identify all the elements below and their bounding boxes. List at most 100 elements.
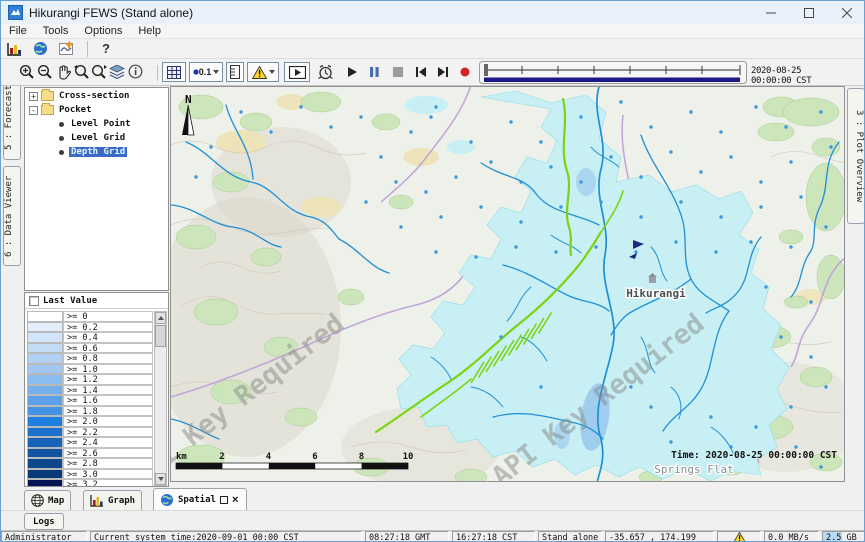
legend-row[interactable]: >= 2.0 — [27, 416, 153, 427]
legend-color-swatch — [27, 437, 63, 448]
legend-row[interactable]: >= 2.2 — [27, 427, 153, 438]
tab-graph[interactable]: Graph — [83, 490, 142, 510]
svg-text:6: 6 — [312, 452, 317, 462]
legend-row[interactable]: >= 0.8 — [27, 353, 153, 364]
legend-threshold-label: >= 3.2 — [63, 479, 153, 487]
tree-node-level-point[interactable]: Level Point — [25, 118, 168, 130]
movie-export-button[interactable] — [284, 62, 310, 82]
zoom-in-icon[interactable] — [19, 64, 35, 80]
tab-float-icon[interactable] — [220, 496, 228, 504]
legend-row[interactable]: >= 0.4 — [27, 332, 153, 343]
warning-icon — [733, 532, 746, 542]
scroll-up-button[interactable] — [155, 312, 166, 324]
legend-color-swatch — [27, 322, 63, 333]
legend-row[interactable]: >= 2.4 — [27, 437, 153, 448]
legend-threshold-label: >= 2.6 — [63, 448, 153, 459]
maximize-button[interactable] — [790, 1, 828, 24]
toolbar-separator — [87, 41, 88, 57]
tab-plot-overview[interactable]: 3 : Plot Overview — [847, 88, 865, 224]
legend-row[interactable]: >= 0.6 — [27, 343, 153, 354]
menu-item[interactable]: File — [1, 25, 35, 37]
pan-hand-icon[interactable] — [56, 64, 71, 80]
tree-node-depth-grid[interactable]: Depth Grid — [25, 146, 168, 158]
timeline-datetime: 2020-08-25 00:00:00 CST — [751, 66, 845, 86]
tab-data-viewer[interactable]: 6 : Data Viewer — [3, 166, 21, 266]
pause-button[interactable] — [369, 66, 380, 78]
last-value-checkbox[interactable] — [29, 296, 39, 306]
stop-button[interactable] — [393, 67, 403, 77]
collapse-icon[interactable]: - — [29, 106, 38, 115]
tab-close-icon[interactable]: × — [232, 496, 238, 504]
status-bar: Administrator Current system time:2020-0… — [1, 530, 865, 542]
logs-row: Logs — [1, 510, 865, 530]
legend-row[interactable]: >= 2.6 — [27, 448, 153, 459]
map-canvas[interactable]: Hikurangi Springs Flat API Key Required … — [170, 86, 845, 482]
tab-logs[interactable]: Logs — [24, 513, 64, 530]
legend-threshold-label: >= 2.2 — [63, 427, 153, 438]
topology-tree-panel: + Cross-section - Pocket Level Point Lev… — [24, 87, 169, 291]
legend-scrollbar[interactable] — [154, 311, 167, 486]
map-globe-icon[interactable] — [27, 41, 53, 56]
legend-row[interactable]: >= 2.8 — [27, 458, 153, 469]
tree-node-cross-section[interactable]: + Cross-section — [25, 90, 168, 102]
close-button[interactable] — [828, 1, 865, 24]
map-toolbar: 0.1 — [1, 59, 865, 86]
legend-threshold-label: >= 2.8 — [63, 458, 153, 469]
scroll-down-button[interactable] — [155, 473, 166, 485]
legend-threshold-label: >= 3.0 — [63, 469, 153, 480]
grid-display-button[interactable] — [162, 62, 186, 82]
info-icon[interactable] — [128, 64, 143, 79]
tree-node-pocket[interactable]: - Pocket — [25, 104, 168, 116]
animation-settings-icon[interactable] — [317, 64, 334, 81]
zoom-next-icon[interactable] — [91, 64, 108, 80]
scroll-thumb[interactable] — [155, 325, 166, 347]
record-button[interactable] — [460, 67, 470, 77]
legend-row[interactable]: >= 1.6 — [27, 395, 153, 406]
scalebar-button[interactable] — [226, 62, 244, 82]
legend-row[interactable]: >= 0.2 — [27, 322, 153, 333]
legend-color-swatch — [27, 458, 63, 469]
tree-node-label: Pocket — [57, 105, 94, 115]
legend-color-swatch — [27, 395, 63, 406]
menu-item[interactable]: Tools — [35, 25, 77, 37]
timeseries-chart-icon[interactable] — [53, 41, 81, 56]
zoom-out-icon[interactable] — [37, 64, 53, 80]
tree-node-label: Cross-section — [57, 91, 131, 101]
skip-start-button[interactable] — [415, 66, 427, 78]
zoom-previous-icon[interactable] — [73, 64, 90, 80]
tree-node-level-grid[interactable]: Level Grid — [25, 132, 168, 144]
legend-row[interactable]: >= 1.8 — [27, 406, 153, 417]
bullet-icon — [59, 150, 64, 155]
legend-row[interactable]: >= 1.0 — [27, 364, 153, 375]
time-slider[interactable] — [479, 61, 747, 89]
layers-icon[interactable] — [109, 65, 125, 79]
help-icon[interactable]: ? — [94, 41, 118, 56]
classbreak-value-dropdown[interactable]: 0.1 — [189, 62, 223, 82]
bullet-icon — [59, 136, 64, 141]
tree-node-label-selected: Depth Grid — [69, 147, 127, 157]
slider-handle[interactable] — [484, 64, 488, 76]
skip-end-button[interactable] — [437, 66, 449, 78]
tab-spatial[interactable]: Spatial × — [153, 488, 247, 510]
legend-row[interactable]: >= 3.0 — [27, 469, 153, 480]
legend-color-swatch — [27, 343, 63, 354]
legend-row[interactable]: >= 1.4 — [27, 385, 153, 396]
legend-row[interactable]: >= 0 — [27, 311, 153, 322]
thresholds-dropdown[interactable] — [247, 62, 279, 82]
svg-text:km: km — [176, 452, 187, 462]
expand-icon[interactable]: + — [29, 92, 38, 101]
legend-color-swatch — [27, 385, 63, 396]
tab-forecasts[interactable]: 5 : Forecast — [3, 86, 21, 160]
tab-map[interactable]: Map — [24, 490, 71, 510]
status-warning[interactable] — [717, 531, 761, 542]
minimize-button[interactable] — [752, 1, 790, 24]
play-button[interactable] — [346, 66, 358, 78]
legend-row[interactable]: >= 1.2 — [27, 374, 153, 385]
folder-icon — [41, 91, 54, 101]
forecast-manager-icon[interactable] — [1, 42, 27, 56]
menu-item[interactable]: Options — [76, 25, 130, 37]
menu-item[interactable]: Help — [130, 25, 169, 37]
title-bar: Hikurangi FEWS (Stand alone) — [1, 1, 865, 24]
legend-row[interactable]: >= 3.2 — [27, 479, 153, 487]
svg-text:10: 10 — [403, 452, 414, 462]
